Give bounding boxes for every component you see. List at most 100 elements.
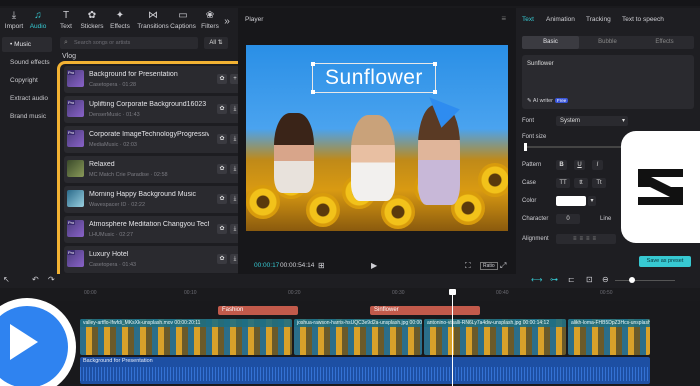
track-name: Atmosphere Meditation Changyou Tech... (89, 221, 209, 228)
player-title: Player (245, 16, 264, 23)
audio-clip-caption: Background for Presentation (83, 358, 153, 364)
favorite-icon[interactable]: ✿ (217, 194, 227, 204)
subtab-bubble[interactable]: Bubble (579, 36, 636, 49)
search-input[interactable]: ⌕ Search songs or artists (60, 37, 198, 49)
track-name: Luxury Hotel (89, 251, 129, 258)
video-clip[interactable]: joshua-rawson-harris-hsUQC3e9d2a-unsplas… (294, 319, 422, 355)
favorite-icon[interactable]: ✿ (217, 134, 227, 144)
audio-waveform (80, 367, 650, 381)
audio-icon: ♫ (34, 10, 42, 21)
ai-writer-button[interactable]: ✎ AI writer Free (527, 98, 569, 104)
subtab-basic[interactable]: Basic (522, 36, 579, 49)
undo-icon[interactable]: ↶ (32, 275, 39, 284)
slider-knob[interactable] (524, 143, 527, 151)
chevron-down-icon[interactable]: ▾ (588, 196, 596, 206)
font-select[interactable]: System ▾ (556, 116, 628, 126)
person-left (274, 113, 314, 193)
list-item[interactable]: Pro Corporate ImageTechnologyProgressive.… (64, 126, 242, 153)
list-item[interactable]: Morning Happy Background Music Wavespacer… (64, 186, 242, 213)
italic-button[interactable]: I (592, 160, 603, 170)
expand-icon[interactable]: ⤢ (500, 261, 506, 271)
redo-icon[interactable]: ↷ (48, 275, 55, 284)
category-music[interactable]: • Music (2, 37, 52, 52)
fullscreen-fit-icon[interactable]: ⛶ (465, 261, 471, 271)
font-label: Font (522, 118, 535, 124)
playhead[interactable] (449, 289, 456, 386)
tool-transitions[interactable]: ⋈ Transitions (137, 10, 169, 34)
subtab-effects[interactable]: Effects (636, 36, 693, 49)
list-item[interactable]: Pro Atmosphere Meditation Changyou Tech..… (64, 216, 242, 243)
zoom-slider[interactable] (615, 277, 675, 283)
timeline-toolbar: ↖ ↶ ↷ ⟷ ⊶ ⊏ ⊡ ⊖ (0, 274, 700, 288)
clip-caption: alikh-loma-FHB5DpZ3Hcs-unsplash (568, 319, 650, 327)
favorite-icon[interactable]: ✿ (217, 224, 227, 234)
preview-canvas[interactable]: Sunflower (246, 45, 508, 231)
tab-text[interactable]: Text (522, 16, 534, 23)
magnet-icon[interactable]: ⟷ (531, 275, 542, 284)
bold-button[interactable]: B (556, 160, 567, 170)
video-clip[interactable]: alikh-loma-FHB5DpZ3Hcs-unsplash (568, 319, 650, 355)
tool-effects[interactable]: ✦ Effects (106, 10, 134, 34)
tab-text-to-speech[interactable]: Text to speech (622, 16, 664, 23)
zoom-knob[interactable] (629, 277, 635, 283)
ratio-button[interactable]: Ratio (480, 262, 498, 270)
tool-captions[interactable]: ▭ Captions (168, 10, 198, 34)
favorite-icon[interactable]: ✿ (217, 104, 227, 114)
category-extract-audio[interactable]: Extract audio (2, 91, 52, 106)
character-spacing-input[interactable]: 0 (556, 214, 580, 224)
chevron-right-icon: » (224, 16, 230, 27)
text-content-field[interactable]: Sunflower ✎ AI writer Free (522, 55, 694, 109)
tab-animation[interactable]: Animation (546, 16, 575, 23)
ruler-tick: 00:30 (392, 290, 405, 296)
total-time: 00:00:54:14 (280, 262, 315, 269)
case-lower-button[interactable]: tt (574, 178, 588, 188)
category-copyright[interactable]: Copyright (2, 73, 52, 88)
text-overlay[interactable]: Sunflower (311, 62, 437, 94)
list-item[interactable]: Pro Uplifting Corporate Background16023 De… (64, 96, 242, 123)
category-sound-effects[interactable]: Sound effects (2, 55, 52, 70)
list-item[interactable]: Pro Background for Presentation Casetopera… (64, 66, 242, 93)
case-title-button[interactable]: Tt (592, 178, 606, 188)
chevron-down-icon: ▾ (621, 118, 625, 124)
tool-text[interactable]: T Text (52, 10, 80, 34)
search-icon: ⌕ (64, 39, 68, 46)
filter-all-button[interactable]: All ⇅ (204, 37, 228, 49)
alignment-buttons[interactable]: ≡≡≡≡ (556, 234, 616, 244)
text-clip-fashion[interactable]: Fashion (218, 306, 298, 315)
video-clip[interactable]: valley-artflo-Ifwfdi_MKsXk-unsplash.mov … (80, 319, 292, 355)
category-brand-music[interactable]: Brand music (2, 109, 52, 124)
tab-tracking[interactable]: Tracking (586, 16, 611, 23)
list-item[interactable]: Pro Luxury Hotel Casetopera · 01:43 ✿ ⤓ (64, 246, 242, 273)
underline-button[interactable]: U (574, 160, 585, 170)
font-size-slider[interactable] (524, 143, 622, 151)
resize-handle[interactable] (433, 62, 437, 66)
font-size-label: Font size (522, 134, 547, 140)
preview-axis-icon[interactable]: ⊏ (568, 275, 575, 284)
select-cursor-icon[interactable]: ↖ (3, 275, 10, 284)
text-clip-sunflower[interactable]: Sinflower (370, 306, 480, 315)
video-clip[interactable]: antonino-visalli-RN6Ly7a4dw-unsplash.jpg… (424, 319, 566, 355)
save-preset-button[interactable]: Save as preset (639, 256, 691, 267)
favorite-icon[interactable]: ✿ (217, 254, 227, 264)
grid-icon[interactable]: ⊞ (318, 261, 325, 270)
tool-stickers[interactable]: ✿ Stickers (78, 10, 106, 34)
play-icon[interactable]: ▶ (371, 261, 377, 270)
resize-handle[interactable] (311, 90, 315, 94)
list-item[interactable]: Relaxed MC Match Crie Paradise · 02:58 ✿ ⤓ (64, 156, 242, 183)
zoom-fit-icon[interactable]: ⊡ (586, 275, 593, 284)
audio-clip[interactable]: Background for Presentation (80, 357, 650, 384)
resize-handle[interactable] (311, 62, 315, 66)
pro-badge: Pro (67, 250, 76, 255)
case-upper-button[interactable]: TT (556, 178, 570, 188)
zoom-out-icon[interactable]: ⊖ (602, 275, 609, 284)
free-badge: Free (555, 98, 569, 103)
sunflower (246, 185, 280, 219)
color-swatch[interactable] (556, 196, 586, 206)
link-icon[interactable]: ⊶ (550, 275, 558, 284)
favorite-icon[interactable]: ✿ (217, 164, 227, 174)
tool-audio[interactable]: ♫ Audio (24, 10, 52, 34)
favorite-icon[interactable]: ✿ (217, 74, 227, 84)
menu-icon[interactable]: ≡ (501, 14, 506, 23)
timeline-ruler: 00:00 00:10 00:20 00:30 00:40 00:50 (80, 289, 700, 301)
playhead-handle[interactable] (449, 289, 456, 295)
